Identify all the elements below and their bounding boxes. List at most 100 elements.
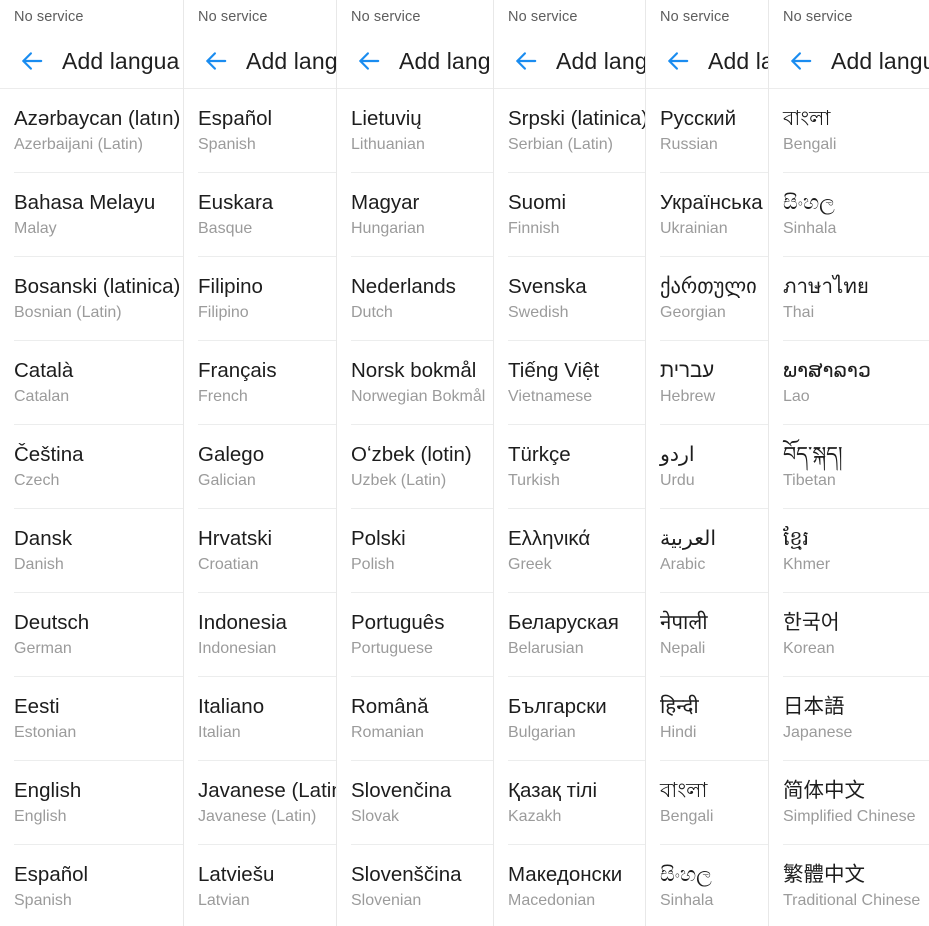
language-list-item[interactable]: 简体中文 Simplified Chinese (769, 761, 929, 845)
language-list-item[interactable]: नेपाली Nepali (646, 593, 768, 677)
language-english-name: English (14, 807, 67, 825)
language-english-name: Bengali (783, 135, 837, 153)
language-screen-6: No service Add langu বাংলা Bengali සිංහල Sinh… (768, 0, 929, 926)
language-list-item[interactable]: Español Spanish (184, 89, 336, 173)
carrier-status-text: No service (198, 9, 268, 25)
language-list-item[interactable]: Filipino Filipino (184, 257, 336, 341)
language-list-item[interactable]: 日本語 Japanese (769, 677, 929, 761)
language-english-name: Tibetan (783, 471, 836, 489)
language-list-item[interactable]: Eesti Estonian (0, 677, 183, 761)
language-list-item[interactable]: Slovenščina Slovenian (337, 845, 493, 926)
language-list-item[interactable]: 한국어 Korean (769, 593, 929, 677)
language-list-item[interactable]: English English (0, 761, 183, 845)
language-native-name: Українська (660, 191, 763, 215)
language-list-item[interactable]: Euskara Basque (184, 173, 336, 257)
language-list-item[interactable]: Română Romanian (337, 677, 493, 761)
language-list-item[interactable]: বাংলা Bengali (646, 761, 768, 845)
language-native-name: Azərbaycan (latın) (14, 107, 181, 131)
language-list-item[interactable]: Polski Polish (337, 509, 493, 593)
language-native-name: Eesti (14, 695, 60, 719)
language-list-item[interactable]: বাংলা Bengali (769, 89, 929, 173)
language-list-item[interactable]: Dansk Danish (0, 509, 183, 593)
language-list-item[interactable]: Srpski (latinica) Serbian (Latin) (494, 89, 645, 173)
language-list-item[interactable]: Українська Ukrainian (646, 173, 768, 257)
back-arrow-icon[interactable] (12, 41, 52, 81)
language-list-item[interactable]: བོད་སྐད། Tibetan (769, 425, 929, 509)
page-title: Add lang (556, 47, 645, 74)
language-list-item[interactable]: اردو Urdu (646, 425, 768, 509)
language-list-item[interactable]: Bahasa Melayu Malay (0, 173, 183, 257)
language-english-name: Italian (198, 723, 241, 741)
language-list-item[interactable]: Indonesia Indonesian (184, 593, 336, 677)
language-list-item[interactable]: Български Bulgarian (494, 677, 645, 761)
language-list-item[interactable]: සිංහල Sinhala (646, 845, 768, 926)
language-list-item[interactable]: Français French (184, 341, 336, 425)
language-list-item[interactable]: Ελληνικά Greek (494, 509, 645, 593)
back-arrow-icon[interactable] (781, 41, 821, 81)
language-list-item[interactable]: ខ្មែរ Khmer (769, 509, 929, 593)
language-list: বাংলা Bengali සිංහල Sinhala ภาษาไทย Thai ພາສາລ… (769, 89, 929, 926)
language-list-item[interactable]: Magyar Hungarian (337, 173, 493, 257)
language-native-name: اردو (660, 443, 695, 467)
back-arrow-icon[interactable] (658, 41, 698, 81)
language-native-name: ខ្មែរ (783, 527, 810, 551)
language-list-item[interactable]: العربية Arabic (646, 509, 768, 593)
language-list-item[interactable]: עברית Hebrew (646, 341, 768, 425)
language-list-item[interactable]: Oʻzbek (lotin) Uzbek (Latin) (337, 425, 493, 509)
language-list-item[interactable]: Español Spanish (0, 845, 183, 926)
language-native-name: Srpski (latinica) (508, 107, 645, 131)
language-english-name: Urdu (660, 471, 695, 489)
carrier-status-text: No service (660, 9, 730, 25)
language-english-name: Georgian (660, 303, 726, 321)
page-title: Add lang (399, 47, 491, 74)
language-list-item[interactable]: Português Portuguese (337, 593, 493, 677)
language-list-item[interactable]: Nederlands Dutch (337, 257, 493, 341)
language-list-item[interactable]: Bosanski (latinica) Bosnian (Latin) (0, 257, 183, 341)
language-list-item[interactable]: Galego Galician (184, 425, 336, 509)
language-list-item[interactable]: සිංහල Sinhala (769, 173, 929, 257)
language-list-item[interactable]: Македонски Macedonian (494, 845, 645, 926)
language-list-item[interactable]: ภาษาไทย Thai (769, 257, 929, 341)
app-bar: Add lang (337, 34, 493, 89)
language-list-item[interactable]: ພາສາລາວ Lao (769, 341, 929, 425)
language-list-item[interactable]: Беларуская Belarusian (494, 593, 645, 677)
language-list-item[interactable]: Azərbaycan (latın) Azerbaijani (Latin) (0, 89, 183, 173)
language-list-item[interactable]: हिन्दी Hindi (646, 677, 768, 761)
language-list-item[interactable]: Svenska Swedish (494, 257, 645, 341)
language-english-name: Uzbek (Latin) (351, 471, 447, 489)
language-native-name: ქართული (660, 275, 757, 299)
language-list-item[interactable]: Slovenčina Slovak (337, 761, 493, 845)
back-arrow-icon[interactable] (506, 41, 546, 81)
language-native-name: Türkçe (508, 443, 571, 467)
language-list: Azərbaycan (latın) Azerbaijani (Latin) Bah… (0, 89, 183, 926)
language-native-name: Deutsch (14, 611, 90, 635)
language-list-item[interactable]: 繁體中文 Traditional Chinese (769, 845, 929, 926)
language-list-item[interactable]: Suomi Finnish (494, 173, 645, 257)
language-list-item[interactable]: Deutsch German (0, 593, 183, 677)
back-arrow-icon[interactable] (196, 41, 236, 81)
language-english-name: Romanian (351, 723, 424, 741)
language-native-name: বাংলা (660, 779, 708, 803)
language-list-item[interactable]: Қазақ тілі Kazakh (494, 761, 645, 845)
language-english-name: Bengali (660, 807, 714, 825)
page-title: Add la (708, 47, 768, 74)
language-list-item[interactable]: Русский Russian (646, 89, 768, 173)
language-list-item[interactable]: Türkçe Turkish (494, 425, 645, 509)
language-list-item[interactable]: Javanese (Latin) Javanese (Latin) (184, 761, 336, 845)
back-arrow-icon[interactable] (349, 41, 389, 81)
language-list-item[interactable]: Čeština Czech (0, 425, 183, 509)
language-english-name: Finnish (508, 219, 560, 237)
language-list-item[interactable]: Hrvatski Croatian (184, 509, 336, 593)
language-list-item[interactable]: Tiếng Việt Vietnamese (494, 341, 645, 425)
language-list-item[interactable]: Italiano Italian (184, 677, 336, 761)
language-native-name: සිංහල (783, 191, 835, 215)
language-list-item[interactable]: Català Catalan (0, 341, 183, 425)
status-bar: No service (494, 0, 645, 34)
language-list-item[interactable]: Latviešu Latvian (184, 845, 336, 926)
language-native-name: සිංහල (660, 863, 712, 887)
language-list-item[interactable]: Norsk bokmål Norwegian Bokmål (337, 341, 493, 425)
language-list-item[interactable]: ქართული Georgian (646, 257, 768, 341)
app-bar: Add lang (494, 34, 645, 89)
language-english-name: Latvian (198, 891, 250, 909)
language-list-item[interactable]: Lietuvių Lithuanian (337, 89, 493, 173)
